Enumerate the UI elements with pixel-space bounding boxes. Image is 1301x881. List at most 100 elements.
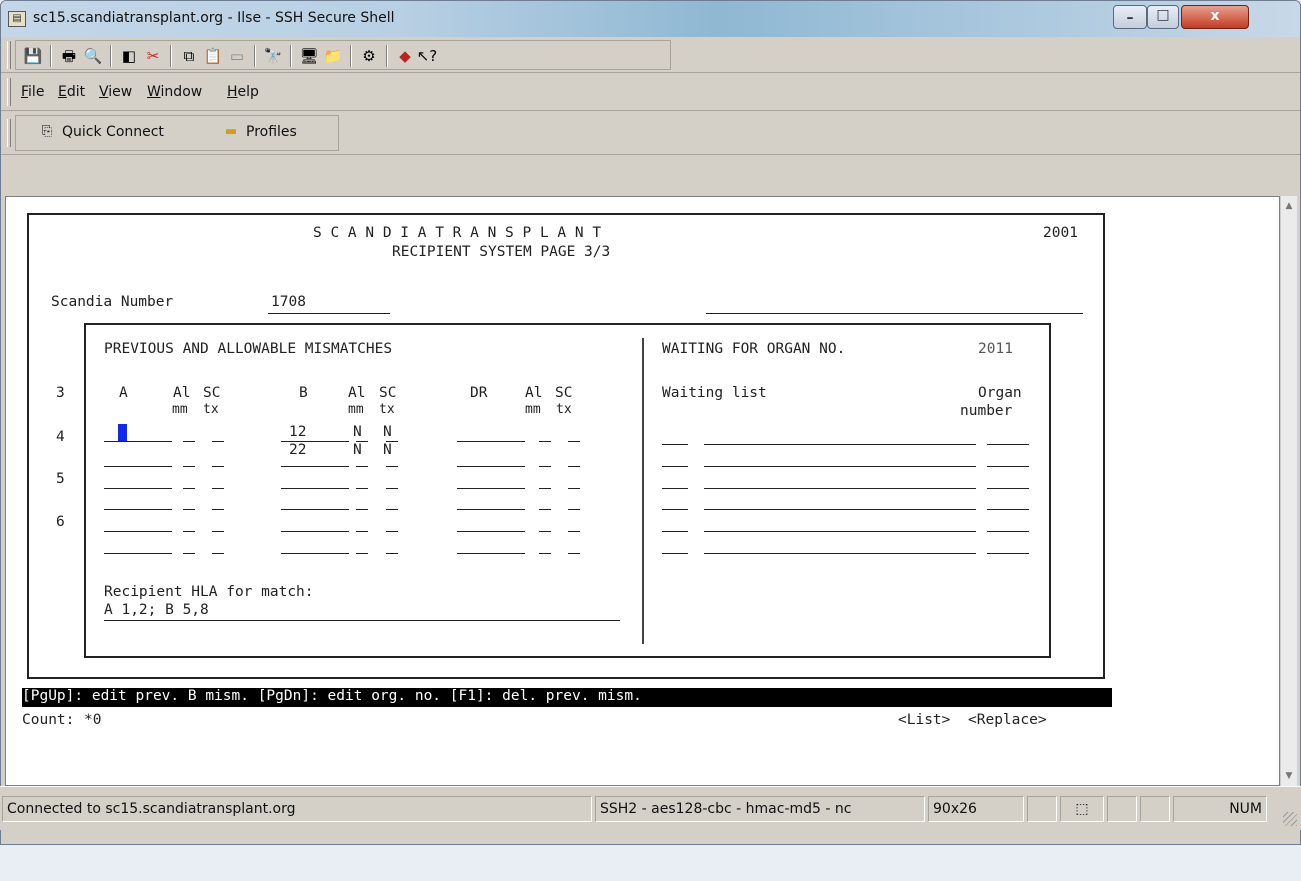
field-underline[interactable] [457,553,525,554]
field-underline[interactable] [212,441,224,442]
field-underline[interactable] [386,531,398,532]
print-preview-icon[interactable]: 🔍 [82,45,104,67]
waiting-list-field-underline[interactable] [704,553,976,554]
settings-icon[interactable]: ⚙ [358,45,380,67]
menu-file[interactable]: File [21,84,44,100]
field-underline[interactable] [568,488,580,489]
field-underline[interactable] [457,509,525,510]
waiting-list-field-underline[interactable] [662,509,688,510]
waiting-list-field-underline[interactable] [704,531,976,532]
field-underline[interactable] [356,553,368,554]
field-underline[interactable] [104,466,172,467]
menu-edit[interactable]: Edit [58,84,85,100]
waiting-list-field-underline[interactable] [704,509,976,510]
quickbar-grip[interactable] [7,119,11,147]
field-underline[interactable] [212,488,224,489]
waiting-list-field-underline[interactable] [662,488,688,489]
waiting-list-field-underline[interactable] [987,553,1029,554]
waiting-list-field-underline[interactable] [704,466,976,467]
toolbar-grip[interactable] [7,41,11,69]
field-underline[interactable] [104,488,172,489]
field-underline[interactable] [104,531,172,532]
menu-view[interactable]: View [99,84,132,100]
field-underline[interactable] [212,466,224,467]
field-underline[interactable] [457,441,525,442]
sc-tx-value[interactable]: N [383,424,392,440]
field-underline[interactable] [539,441,551,442]
field-underline[interactable] [281,509,349,510]
field-underline[interactable] [457,466,525,467]
field-underline[interactable] [539,531,551,532]
find-icon[interactable]: 🔭 [262,45,284,67]
field-underline[interactable] [386,441,398,442]
field-underline[interactable] [281,441,349,442]
field-underline[interactable] [281,488,349,489]
vertical-scrollbar[interactable]: ▲ ▼ [1280,196,1297,786]
field-underline[interactable] [183,509,195,510]
field-underline[interactable] [568,441,580,442]
field-underline[interactable] [568,509,580,510]
waiting-list-field-underline[interactable] [704,444,976,445]
field-underline[interactable] [539,488,551,489]
name-field-underline[interactable] [706,313,1083,314]
field-underline[interactable] [183,531,195,532]
sc-tx-value[interactable]: N [383,442,392,458]
field-underline[interactable] [104,553,172,554]
scroll-up-icon[interactable]: ▲ [1281,198,1297,214]
paste-icon[interactable]: 📋 [202,45,224,67]
field-underline[interactable] [356,441,368,442]
minimize-button[interactable]: – [1113,5,1147,29]
disconnect-icon[interactable]: ◧ [118,45,140,67]
field-underline[interactable] [568,466,580,467]
waiting-list-field-underline[interactable] [987,509,1029,510]
waiting-list-field-underline[interactable] [704,488,976,489]
field-underline[interactable] [183,488,195,489]
field-underline[interactable] [281,531,349,532]
new-terminal-icon[interactable]: 🖥 [298,45,320,67]
new-file-transfer-icon[interactable]: 📁 [322,45,344,67]
replace-action[interactable]: <Replace> [968,712,1047,728]
field-underline[interactable] [568,553,580,554]
profiles-button[interactable]: ▬ Profiles [222,124,297,140]
field-underline[interactable] [212,531,224,532]
title-bar[interactable]: ▤ sc15.scandiatransplant.org - Ilse - SS… [1,1,1300,37]
al-mm-value[interactable]: N [353,442,362,458]
print-icon[interactable]: 🖶 [58,45,80,67]
close-button[interactable]: x [1181,5,1249,29]
field-underline[interactable] [183,441,195,442]
menu-help[interactable]: Help [227,84,259,100]
field-underline[interactable] [386,509,398,510]
field-underline[interactable] [281,466,349,467]
quick-connect-button[interactable]: ⎘ Quick Connect [38,124,164,140]
b-mismatch-value[interactable]: 22 [289,442,306,458]
paste-grey-icon[interactable]: ▭ [226,45,248,67]
help-icon[interactable]: ◆ [394,45,416,67]
copy-icon[interactable]: ⧉ [178,45,200,67]
field-underline[interactable] [183,466,195,467]
field-underline[interactable] [539,466,551,467]
field-underline[interactable] [386,553,398,554]
app-icon[interactable]: ▤ [8,11,26,27]
save-icon[interactable]: 💾 [22,45,44,67]
scroll-down-icon[interactable]: ▼ [1281,768,1297,784]
waiting-list-field-underline[interactable] [987,444,1029,445]
context-help-icon[interactable]: ↖? [416,45,438,67]
waiting-list-field-underline[interactable] [662,466,688,467]
b-mismatch-value[interactable]: 12 [289,424,306,440]
field-underline[interactable] [212,553,224,554]
field-underline[interactable] [212,509,224,510]
waiting-list-field-underline[interactable] [662,553,688,554]
list-action[interactable]: <List> [898,712,950,728]
field-underline[interactable] [568,531,580,532]
scandia-number-field[interactable]: 1708 [271,294,306,310]
menu-window[interactable]: Window [147,84,202,100]
waiting-list-field-underline[interactable] [987,466,1029,467]
resize-grip-icon[interactable] [1283,812,1297,826]
field-underline[interactable] [457,531,525,532]
waiting-list-field-underline[interactable] [987,488,1029,489]
field-underline[interactable] [356,509,368,510]
maximize-button[interactable]: □ [1147,5,1179,29]
field-underline[interactable] [104,509,172,510]
waiting-list-field-underline[interactable] [662,444,688,445]
field-underline[interactable] [356,531,368,532]
